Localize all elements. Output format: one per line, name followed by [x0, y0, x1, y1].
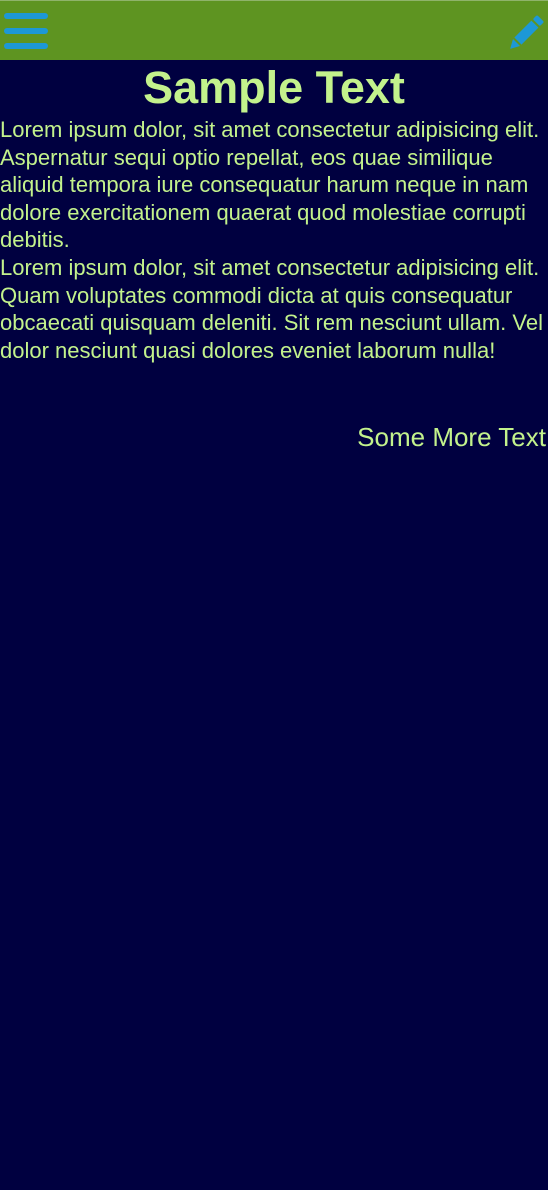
menu-bar-line [4, 13, 48, 19]
some-more-text-label: Some More Text [357, 422, 546, 452]
body-paragraph: Lorem ipsum dolor, sit amet consectetur … [0, 255, 543, 363]
menu-bar-line [4, 28, 48, 34]
menu-bar-line [4, 43, 48, 49]
body-paragraph: Lorem ipsum dolor, sit amet consectetur … [0, 117, 540, 253]
page-title: Sample Text [143, 62, 405, 113]
hamburger-menu-icon[interactable] [2, 11, 50, 53]
top-app-bar [0, 0, 548, 60]
pencil-icon[interactable] [502, 11, 548, 57]
